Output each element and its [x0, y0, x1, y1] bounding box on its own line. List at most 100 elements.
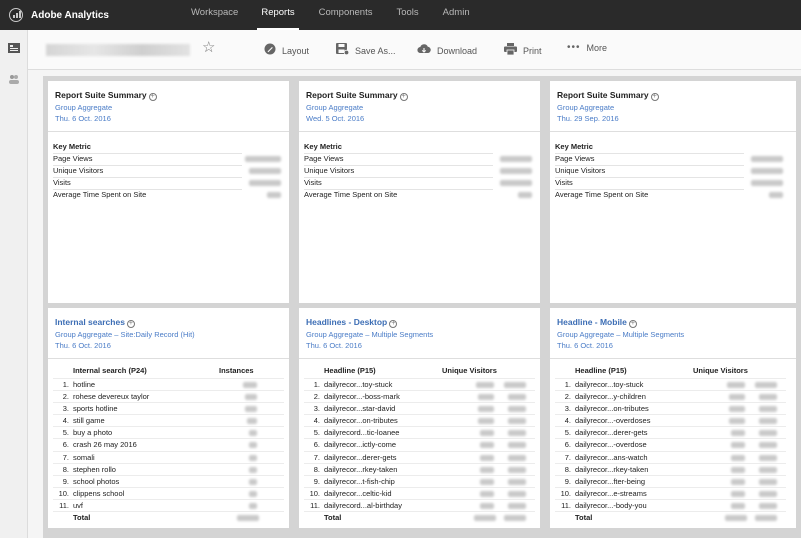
table-panel-headlines-desktop[interactable]: Headlines - Desktop + Group Aggregate – M…	[299, 308, 540, 528]
column-header[interactable]: Internal search (P24)	[73, 366, 147, 375]
table-header: Headline (P15) Unique Visitors	[555, 366, 786, 378]
panel-segment[interactable]: Group Aggregate – Multiple Segments	[306, 330, 533, 339]
metric-row: Unique Visitors	[304, 165, 535, 177]
table-row: 10. clippens school	[53, 486, 284, 499]
table-row: 9. dailyrecor...t-fish-chip	[304, 474, 535, 487]
nav-admin[interactable]: Admin	[443, 0, 470, 30]
table-header: Headline (P15) Unique Visitors	[304, 366, 535, 378]
panel-title: Report Suite Summary	[306, 90, 398, 100]
save-icon	[336, 43, 350, 58]
column-header[interactable]: Instances	[219, 366, 254, 375]
users-icon[interactable]	[8, 74, 20, 84]
table-row: 2. dailyrecor...-boss-mark	[304, 390, 535, 402]
metric-row: Page Views	[53, 153, 284, 165]
add-icon[interactable]: +	[148, 93, 157, 101]
table-row: 8. dailyrecor...rkey-taken	[555, 462, 786, 475]
column-header[interactable]: Headline (P15)	[324, 366, 376, 375]
panel-title[interactable]: Internal searches	[55, 317, 125, 327]
report-title[interactable]	[46, 44, 190, 56]
table-total-row: Total	[53, 511, 284, 523]
table-row: 4. dailyrecor...on-tributes	[304, 414, 535, 426]
table-row: 4. still game	[53, 414, 284, 426]
table-panel-internal-searches[interactable]: Internal searches + Group Aggregate – Sit…	[48, 308, 289, 528]
panel-date[interactable]: Thu. 6 Oct. 2016	[55, 114, 282, 123]
panel-segment[interactable]: Group Aggregate	[55, 103, 282, 112]
table-row: 3. sports hotline	[53, 402, 284, 414]
panel-date[interactable]: Thu. 6 Oct. 2016	[306, 341, 533, 350]
table-row: 11. dailyrecor...-body-you	[555, 498, 786, 511]
panel-segment[interactable]: Group Aggregate – Multiple Segments	[557, 330, 789, 339]
table-row: 3. dailyrecor...star-david	[304, 402, 535, 414]
metric-row: Visits	[304, 177, 535, 189]
table-row: 8. stephen rollo	[53, 462, 284, 475]
summary-panel[interactable]: Report Suite Summary + Group Aggregate We…	[299, 81, 540, 303]
print-button[interactable]: Print	[504, 43, 542, 58]
table-row: 5. buy a photo	[53, 426, 284, 438]
panel-date[interactable]: Thu. 6 Oct. 2016	[557, 341, 789, 350]
panel-date[interactable]: Wed. 5 Oct. 2016	[306, 114, 533, 123]
add-icon[interactable]: +	[126, 320, 135, 328]
summary-panel[interactable]: Report Suite Summary + Group Aggregate Th…	[48, 81, 289, 303]
metric-row: Visits	[555, 177, 786, 189]
nav-reports[interactable]: Reports	[257, 0, 299, 30]
metric-row: Visits	[53, 177, 284, 189]
table-row: 6. dailyrecor...ictly-come	[304, 438, 535, 450]
panel-segment[interactable]: Group Aggregate – Site:Daily Record (Hit…	[55, 330, 282, 339]
more-button[interactable]: ••• More	[567, 43, 608, 54]
save-as-button[interactable]: Save As...	[336, 43, 396, 58]
adobe-analytics-logo-icon[interactable]	[9, 8, 23, 22]
metric-row: Unique Visitors	[53, 165, 284, 177]
app-name[interactable]: Adobe Analytics	[31, 10, 159, 21]
column-header[interactable]: Unique Visitors	[442, 366, 497, 375]
panel-date[interactable]: Thu. 29 Sep. 2016	[557, 114, 789, 123]
table-row: 7. dailyrecor...ans-watch	[555, 450, 786, 463]
metric-row: Unique Visitors	[555, 165, 786, 177]
add-icon[interactable]: +	[650, 93, 659, 101]
panel-segment[interactable]: Group Aggregate	[306, 103, 533, 112]
table-row: 1. dailyrecor...toy-stuck	[304, 378, 535, 390]
nav-components[interactable]: Components	[319, 0, 373, 30]
panel-segment[interactable]: Group Aggregate	[557, 103, 789, 112]
panel-title: Report Suite Summary	[55, 90, 147, 100]
ranked-table: Headline (P15) Unique Visitors 1. dailyre…	[555, 366, 786, 523]
table-row: 5. dailyrecor...derer-gets	[555, 426, 786, 438]
favorite-star-icon[interactable]: ☆	[202, 40, 215, 55]
panel-header: Headline - Mobile + Group Aggregate – Mul…	[550, 308, 796, 359]
metrics-header: Key Metric	[555, 142, 593, 151]
table-total-row: Total	[304, 511, 535, 523]
metrics-header: Key Metric	[53, 142, 91, 151]
layout-button[interactable]: Layout	[264, 43, 309, 58]
nav-workspace[interactable]: Workspace	[191, 0, 238, 30]
panel-date[interactable]: Thu. 6 Oct. 2016	[55, 341, 282, 350]
table-total-row: Total	[555, 511, 786, 523]
key-metrics: Key Metric Page Views Unique Visitors Vi…	[304, 141, 535, 201]
table-row: 8. dailyrecor...rkey-taken	[304, 462, 535, 475]
panel-header: Report Suite Summary + Group Aggregate We…	[299, 81, 540, 132]
summary-panel[interactable]: Report Suite Summary + Group Aggregate Th…	[550, 81, 796, 303]
more-label: More	[586, 43, 608, 53]
add-icon[interactable]: +	[389, 320, 398, 328]
panel-title[interactable]: Headline - Mobile	[557, 317, 627, 327]
ranked-table: Headline (P15) Unique Visitors 1. dailyre…	[304, 366, 535, 523]
table-row: 10. dailyrecor...celtic-kid	[304, 486, 535, 499]
download-button[interactable]: Download	[417, 43, 477, 58]
nav-tools[interactable]: Tools	[396, 0, 418, 30]
layout-icon	[264, 43, 276, 58]
table-row: 1. hotline	[53, 378, 284, 390]
table-row: 6. dailyrecor...-overdose	[555, 438, 786, 450]
panel-title[interactable]: Headlines - Desktop	[306, 317, 387, 327]
download-label: Download	[437, 45, 478, 56]
add-icon[interactable]: +	[399, 93, 408, 101]
metric-row: Average Time Spent on Site	[304, 189, 535, 201]
add-icon[interactable]: +	[628, 320, 637, 328]
metric-row: Average Time Spent on Site	[53, 189, 284, 201]
print-label: Print	[523, 45, 542, 56]
panel-header: Report Suite Summary + Group Aggregate Th…	[550, 81, 796, 132]
dashboard-icon[interactable]	[8, 43, 20, 53]
table-row: 4. dailyrecor...-overdoses	[555, 414, 786, 426]
metric-row: Page Views	[304, 153, 535, 165]
table-panel-headline-mobile[interactable]: Headline - Mobile + Group Aggregate – Mul…	[550, 308, 796, 528]
panel-header: Headlines - Desktop + Group Aggregate – M…	[299, 308, 540, 359]
column-header[interactable]: Unique Visitors	[693, 366, 748, 375]
column-header[interactable]: Headline (P15)	[575, 366, 627, 375]
